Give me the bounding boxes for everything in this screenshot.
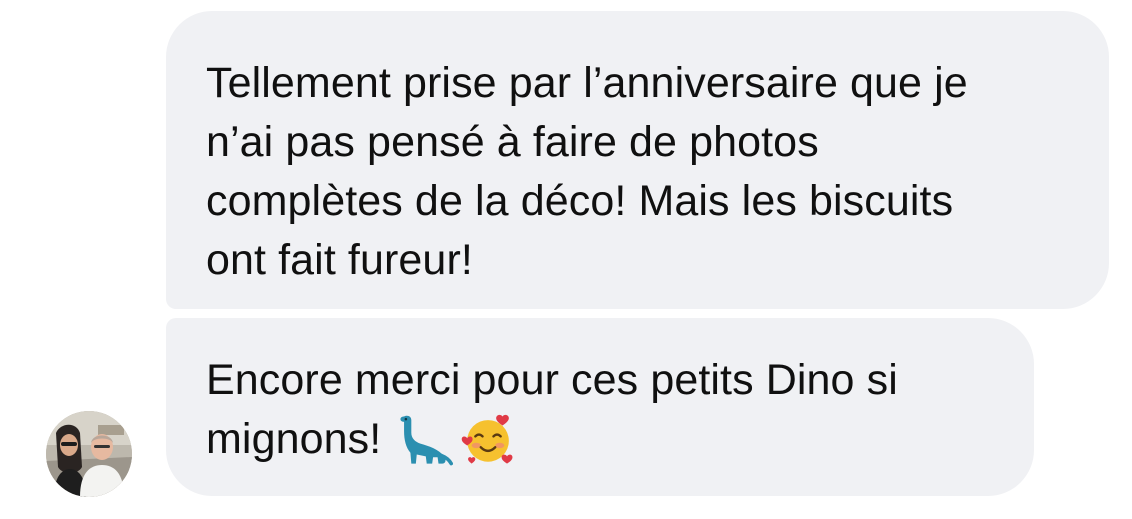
message-bubble[interactable]: Encore merci pour ces petits Dino si mig… bbox=[166, 318, 1034, 496]
chat-thread: Tellement prise par l’anniversaire que j… bbox=[0, 0, 1132, 519]
message-text-line: mignons! bbox=[206, 415, 382, 463]
sauropod-emoji bbox=[395, 411, 454, 469]
avatar[interactable] bbox=[46, 411, 132, 497]
smiling-face-with-hearts-emoji bbox=[459, 411, 517, 469]
message-text-line: ont fait fureur! bbox=[206, 236, 473, 284]
message-text-line: Tellement prise par l’anniversaire que j… bbox=[206, 59, 968, 107]
message-text-line-with-emoji: mignons! bbox=[206, 410, 994, 469]
message-text-line: Encore merci pour ces petits Dino si bbox=[206, 356, 898, 404]
message-text-line: n’ai pas pensé à faire de photos bbox=[206, 118, 819, 166]
message-text-line: complètes de la déco! Mais les biscuits bbox=[206, 177, 954, 225]
message-bubble[interactable]: Tellement prise par l’anniversaire que j… bbox=[166, 11, 1109, 309]
